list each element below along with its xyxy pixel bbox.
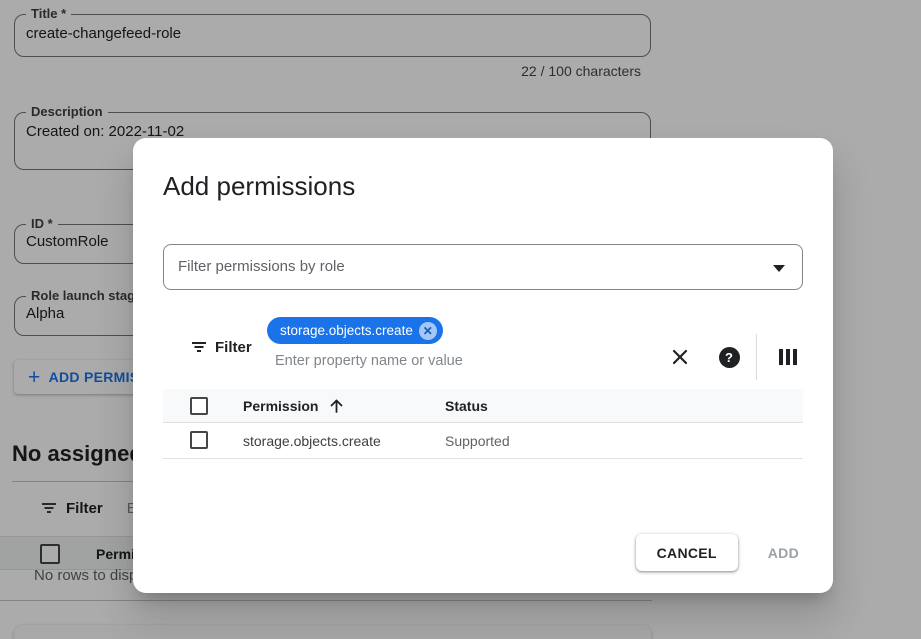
filter-label: Filter — [215, 339, 252, 356]
select-all-checkbox[interactable] — [190, 397, 208, 415]
filter-list-icon — [190, 338, 208, 356]
role-filter-dropdown[interactable]: Filter permissions by role — [163, 244, 803, 290]
chip-remove-icon[interactable]: ✕ — [419, 322, 437, 340]
sort-ascending-icon — [329, 398, 344, 414]
filter-input[interactable]: Enter property name or value — [275, 353, 463, 369]
cancel-button[interactable]: CANCEL — [636, 534, 738, 571]
status-cell: Supported — [445, 433, 510, 449]
permissions-table: Permission Status storage.objects.create… — [163, 389, 803, 459]
col-permission-label: Permission — [243, 398, 318, 414]
chevron-down-icon — [773, 265, 785, 272]
permission-cell: storage.objects.create — [243, 433, 381, 449]
filter-chip[interactable]: storage.objects.create ✕ — [267, 317, 443, 344]
permissions-table-header: Permission Status — [163, 389, 803, 423]
dialog-title: Add permissions — [163, 171, 355, 202]
add-button[interactable]: ADD — [764, 545, 803, 561]
help-button[interactable]: ? — [714, 342, 744, 372]
column-display-button[interactable] — [773, 342, 803, 372]
page: Title * create-changefeed-role 22 / 100 … — [0, 0, 921, 639]
row-checkbox[interactable] — [190, 431, 208, 449]
permission-row[interactable]: storage.objects.create Supported — [163, 423, 803, 459]
add-permissions-dialog: Add permissions Filter permissions by ro… — [133, 138, 833, 593]
role-filter-placeholder: Filter permissions by role — [178, 258, 345, 275]
permissions-filter-toolbar: Filter storage.objects.create ✕ Enter pr… — [163, 310, 803, 386]
filter-chip-value: storage.objects.create — [280, 323, 413, 338]
toolbar-divider — [756, 334, 757, 380]
col-status-label: Status — [445, 398, 488, 414]
dialog-actions: CANCEL ADD — [636, 534, 803, 571]
clear-filters-button[interactable] — [665, 342, 695, 372]
columns-icon — [779, 349, 798, 365]
close-icon — [671, 348, 689, 366]
filter-button[interactable]: Filter — [190, 338, 252, 356]
toolbar-actions: ? — [665, 334, 803, 380]
help-icon: ? — [719, 347, 740, 368]
col-permission-sort[interactable]: Permission — [243, 398, 344, 414]
